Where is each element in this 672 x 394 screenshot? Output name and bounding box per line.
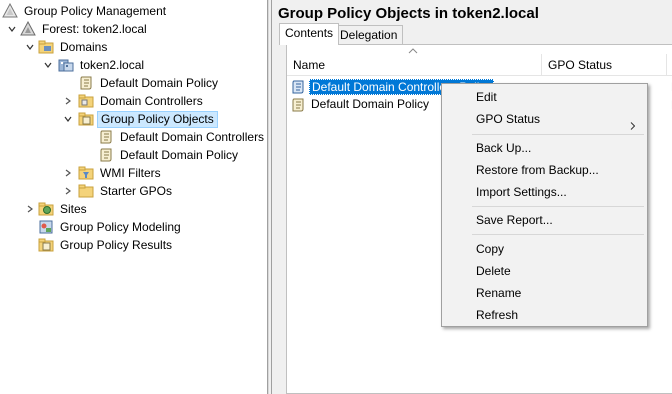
collapse-arrow-icon[interactable] xyxy=(63,114,73,124)
pane-title: Group Policy Objects in token2.local xyxy=(278,5,539,22)
wmi-folder-icon xyxy=(78,165,94,181)
starter-folder-icon xyxy=(78,183,94,199)
menu-item-gpo-status-label: GPO Status xyxy=(476,112,541,126)
menu-separator xyxy=(472,206,644,207)
sites-icon xyxy=(38,201,54,217)
tree-label-group-policy-modeling: Group Policy Modeling xyxy=(60,219,181,234)
column-header-w[interactable]: W xyxy=(667,54,672,76)
gpm-console-icon xyxy=(2,3,18,19)
tree-item-gpo-default-domain-controllers[interactable]: Default Domain Controllers xyxy=(98,128,267,146)
tree-item-sites[interactable]: Sites xyxy=(38,200,90,218)
expand-arrow-icon[interactable] xyxy=(25,204,35,214)
submenu-arrow-icon xyxy=(630,115,636,130)
tree-label-domains: Domains xyxy=(60,39,108,54)
tree-item-starter-gpos[interactable]: Starter GPOs xyxy=(78,182,175,200)
tree-label-gpo-1: Default Domain Policy xyxy=(120,147,239,162)
tree-item-forest[interactable]: Forest: token2.local xyxy=(20,20,150,38)
menu-item-rename[interactable]: Rename xyxy=(444,282,645,304)
tree-item-group-policy-objects[interactable]: Group Policy Objects xyxy=(78,110,218,128)
expand-arrow-icon[interactable] xyxy=(63,186,73,196)
menu-separator xyxy=(472,234,644,235)
menu-item-import-settings[interactable]: Import Settings... xyxy=(444,181,645,203)
ou-folder-icon xyxy=(78,93,94,109)
menu-item-save-report[interactable]: Save Report... xyxy=(444,209,645,231)
tree-item-gpo-default-domain-policy[interactable]: Default Domain Policy xyxy=(98,146,241,164)
results-icon xyxy=(38,237,54,253)
tree-label-forest: Forest: token2.local xyxy=(42,21,147,36)
domain-icon xyxy=(58,57,74,73)
context-menu: Edit GPO Status Back Up... Restore from … xyxy=(441,83,648,327)
gpo-scroll-icon xyxy=(98,129,114,145)
tree-item-default-domain-policy-link[interactable]: Default Domain Policy xyxy=(78,74,221,92)
column-header-name[interactable]: Name xyxy=(287,54,542,76)
gpo-scroll-icon xyxy=(78,75,94,91)
menu-item-refresh[interactable]: Refresh xyxy=(444,304,645,326)
tree-item-group-policy-results[interactable]: Group Policy Results xyxy=(38,236,175,254)
gpo-folder-icon xyxy=(78,111,94,127)
tree-label-group-policy-objects: Group Policy Objects xyxy=(97,110,218,128)
domains-folder-icon xyxy=(38,39,54,55)
tree-item-domains[interactable]: Domains xyxy=(38,38,110,56)
menu-item-gpo-status[interactable]: GPO Status xyxy=(444,108,645,130)
tree-label-domain-controllers: Domain Controllers xyxy=(100,93,203,108)
column-header-row: Name GPO Status W xyxy=(287,54,672,76)
gpo-scroll-icon xyxy=(290,79,306,95)
column-header-name-label: Name xyxy=(293,58,326,72)
row-name: Default Domain Policy xyxy=(311,96,430,111)
console-tree[interactable]: Group Policy Management Forest: token2.l… xyxy=(0,0,268,394)
menu-item-copy[interactable]: Copy xyxy=(444,238,645,260)
collapse-arrow-icon[interactable] xyxy=(43,60,53,70)
tree-item-wmi-filters[interactable]: WMI Filters xyxy=(78,164,164,182)
tab-contents[interactable]: Contents xyxy=(279,23,340,45)
tree-label-sites: Sites xyxy=(60,201,87,216)
tree-label-root: Group Policy Management xyxy=(24,3,167,18)
collapse-arrow-icon[interactable] xyxy=(25,42,35,52)
modeling-icon xyxy=(38,219,54,235)
menu-item-edit[interactable]: Edit xyxy=(444,86,645,108)
tree-label-wmi-filters: WMI Filters xyxy=(100,165,161,180)
gpo-scroll-icon xyxy=(290,97,306,113)
column-header-gpo-status-label: GPO Status xyxy=(548,58,613,72)
tree-item-root[interactable]: Group Policy Management xyxy=(2,2,169,20)
tree-item-domain-controllers[interactable]: Domain Controllers xyxy=(78,92,206,110)
sort-ascending-icon xyxy=(408,44,418,54)
menu-separator xyxy=(472,134,644,135)
tab-delegation[interactable]: Delegation xyxy=(334,25,404,45)
gpo-scroll-icon xyxy=(98,147,114,163)
expand-arrow-icon[interactable] xyxy=(63,96,73,106)
tree-item-domain[interactable]: token2.local xyxy=(58,56,147,74)
tree-label-group-policy-results: Group Policy Results xyxy=(60,237,173,252)
tree-item-group-policy-modeling[interactable]: Group Policy Modeling xyxy=(38,218,184,236)
menu-item-delete[interactable]: Delete xyxy=(444,260,645,282)
column-header-gpo-status[interactable]: GPO Status xyxy=(542,54,667,76)
menu-item-back-up[interactable]: Back Up... xyxy=(444,137,645,159)
tree-label-starter-gpos: Starter GPOs xyxy=(100,183,173,198)
menu-item-restore-from-backup[interactable]: Restore from Backup... xyxy=(444,159,645,181)
collapse-arrow-icon[interactable] xyxy=(7,24,17,34)
forest-triangle-icon xyxy=(20,21,36,37)
tree-label-domain: token2.local xyxy=(80,57,145,72)
tree-label-gpo-0: Default Domain Controllers xyxy=(120,129,265,144)
expand-arrow-icon[interactable] xyxy=(63,168,73,178)
tree-label-default-domain-policy: Default Domain Policy xyxy=(100,75,219,90)
